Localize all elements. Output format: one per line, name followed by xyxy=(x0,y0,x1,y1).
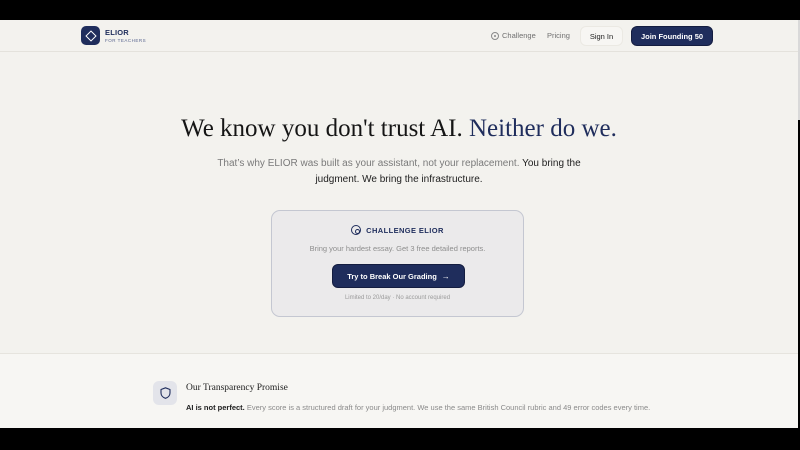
hero-title-part1: We know you don't trust AI. xyxy=(181,115,463,142)
cta-label: Try to Break Our Grading xyxy=(347,271,437,281)
window-top-bar xyxy=(0,0,800,20)
target-icon xyxy=(351,225,362,235)
transparency-lead: AI is not perfect. xyxy=(186,403,245,412)
arrow-right-icon: → xyxy=(441,271,450,281)
hero-subtitle-part1: That’s why ELIOR was built as your assis… xyxy=(217,158,520,169)
brand-name[interactable]: ELIOR xyxy=(105,28,129,37)
transparency-section: Our Transparency Promise AI is not perfe… xyxy=(0,354,798,428)
site-header: ELIOR FOR TEACHERS Challenge Pricing Sig… xyxy=(0,20,798,52)
challenge-card-header: CHALLENGE ELIOR xyxy=(272,225,523,235)
brand-subtitle: FOR TEACHERS xyxy=(105,38,147,43)
logo-icon[interactable] xyxy=(81,26,100,45)
diamond-logo-icon xyxy=(84,29,97,42)
shield-icon-box xyxy=(153,381,177,405)
transparency-text: Every score is a structured draft for yo… xyxy=(246,403,651,412)
window-bottom-bar xyxy=(0,428,800,450)
nav-link-pricing[interactable]: Pricing xyxy=(547,31,570,40)
page-viewport: ELIOR FOR TEACHERS Challenge Pricing Sig… xyxy=(0,20,798,428)
challenge-card: CHALLENGE ELIOR Bring your hardest essay… xyxy=(271,210,524,317)
sign-in-button[interactable]: Sign In xyxy=(580,26,623,46)
nav-link-challenge[interactable]: Challenge xyxy=(491,31,536,40)
hero-title: We know you don't trust AI. Neither do w… xyxy=(0,115,798,143)
target-icon xyxy=(491,31,499,40)
challenge-card-description: Bring your hardest essay. Get 3 free det… xyxy=(309,244,486,253)
nav-challenge-label: Challenge xyxy=(502,31,536,40)
transparency-title: Our Transparency Promise xyxy=(186,383,288,393)
challenge-card-title: CHALLENGE ELIOR xyxy=(366,225,444,235)
transparency-body: AI is not perfect. Every score is a stru… xyxy=(186,402,656,413)
try-break-grading-button[interactable]: Try to Break Our Grading → xyxy=(332,264,465,288)
join-founding-button[interactable]: Join Founding 50 xyxy=(631,26,713,46)
hero-title-accent: Neither do we. xyxy=(469,115,617,142)
hero-subtitle: That’s why ELIOR was built as your assis… xyxy=(200,156,598,188)
challenge-card-note: Limited to 20/day · No account required xyxy=(344,295,451,301)
shield-icon xyxy=(159,387,171,399)
